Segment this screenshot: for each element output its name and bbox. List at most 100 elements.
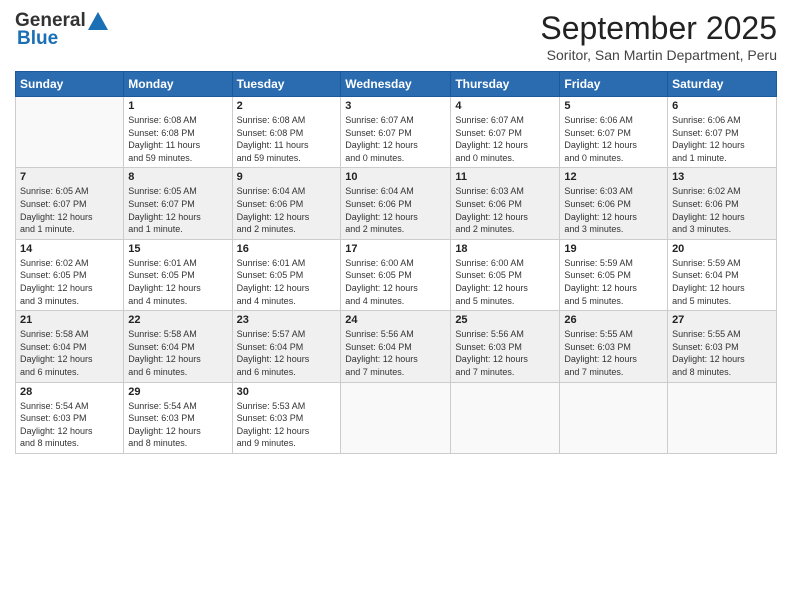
day-number: 16: [237, 243, 337, 255]
day-number: 18: [455, 243, 555, 255]
weekday-header: Saturday: [668, 72, 777, 97]
weekday-header: Tuesday: [232, 72, 341, 97]
day-number: 24: [345, 314, 446, 326]
day-number: 12: [564, 171, 663, 183]
header: General Blue September 2025 Soritor, San…: [15, 10, 777, 63]
calendar-day-cell: 12 Sunrise: 6:03 AM Sunset: 6:06 PM Dayli…: [560, 168, 668, 239]
day-info: Sunrise: 5:59 AM Sunset: 6:04 PM Dayligh…: [672, 257, 772, 307]
calendar-day-cell: 24 Sunrise: 5:56 AM Sunset: 6:04 PM Dayli…: [341, 311, 451, 382]
calendar-day-cell: 20 Sunrise: 5:59 AM Sunset: 6:04 PM Dayli…: [668, 239, 777, 310]
day-info: Sunrise: 6:05 AM Sunset: 6:07 PM Dayligh…: [20, 185, 119, 235]
day-number: 17: [345, 243, 446, 255]
calendar: SundayMondayTuesdayWednesdayThursdayFrid…: [15, 71, 777, 454]
calendar-day-cell: [341, 382, 451, 453]
calendar-day-cell: 26 Sunrise: 5:55 AM Sunset: 6:03 PM Dayli…: [560, 311, 668, 382]
calendar-day-cell: 10 Sunrise: 6:04 AM Sunset: 6:06 PM Dayli…: [341, 168, 451, 239]
day-number: 2: [237, 100, 337, 112]
day-info: Sunrise: 5:56 AM Sunset: 6:03 PM Dayligh…: [455, 328, 555, 378]
day-info: Sunrise: 6:03 AM Sunset: 6:06 PM Dayligh…: [455, 185, 555, 235]
day-number: 3: [345, 100, 446, 112]
day-info: Sunrise: 6:03 AM Sunset: 6:06 PM Dayligh…: [564, 185, 663, 235]
day-info: Sunrise: 6:01 AM Sunset: 6:05 PM Dayligh…: [128, 257, 227, 307]
calendar-day-cell: [16, 97, 124, 168]
calendar-day-cell: 2 Sunrise: 6:08 AM Sunset: 6:08 PM Daylig…: [232, 97, 341, 168]
day-info: Sunrise: 6:04 AM Sunset: 6:06 PM Dayligh…: [345, 185, 446, 235]
day-info: Sunrise: 5:54 AM Sunset: 6:03 PM Dayligh…: [20, 400, 119, 450]
day-number: 4: [455, 100, 555, 112]
day-info: Sunrise: 5:55 AM Sunset: 6:03 PM Dayligh…: [672, 328, 772, 378]
calendar-day-cell: 30 Sunrise: 5:53 AM Sunset: 6:03 PM Dayli…: [232, 382, 341, 453]
calendar-day-cell: [560, 382, 668, 453]
calendar-day-cell: 6 Sunrise: 6:06 AM Sunset: 6:07 PM Daylig…: [668, 97, 777, 168]
day-number: 9: [237, 171, 337, 183]
day-info: Sunrise: 5:56 AM Sunset: 6:04 PM Dayligh…: [345, 328, 446, 378]
calendar-day-cell: 25Sunrise: 5:56 AM Sunset: 6:03 PM Dayli…: [451, 311, 560, 382]
weekday-header: Thursday: [451, 72, 560, 97]
day-info: Sunrise: 5:54 AM Sunset: 6:03 PM Dayligh…: [128, 400, 227, 450]
calendar-day-cell: 8 Sunrise: 6:05 AM Sunset: 6:07 PM Daylig…: [124, 168, 232, 239]
day-number: 1: [128, 100, 227, 112]
calendar-header-row: SundayMondayTuesdayWednesdayThursdayFrid…: [16, 72, 777, 97]
weekday-header: Friday: [560, 72, 668, 97]
calendar-day-cell: 21 Sunrise: 5:58 AM Sunset: 6:04 PM Dayli…: [16, 311, 124, 382]
month-title: September 2025: [540, 10, 777, 47]
weekday-header: Wednesday: [341, 72, 451, 97]
day-info: Sunrise: 5:59 AM Sunset: 6:05 PM Dayligh…: [564, 257, 663, 307]
day-info: Sunrise: 6:08 AM Sunset: 6:08 PM Dayligh…: [128, 114, 227, 164]
location: Soritor, San Martin Department, Peru: [540, 47, 777, 63]
logo-icon: [88, 12, 108, 30]
day-number: 13: [672, 171, 772, 183]
calendar-day-cell: 11 Sunrise: 6:03 AM Sunset: 6:06 PM Dayli…: [451, 168, 560, 239]
day-info: Sunrise: 6:02 AM Sunset: 6:06 PM Dayligh…: [672, 185, 772, 235]
calendar-day-cell: 1 Sunrise: 6:08 AM Sunset: 6:08 PM Daylig…: [124, 97, 232, 168]
day-number: 14: [20, 243, 119, 255]
day-number: 22: [128, 314, 227, 326]
day-info: Sunrise: 5:57 AM Sunset: 6:04 PM Dayligh…: [237, 328, 337, 378]
day-info: Sunrise: 5:55 AM Sunset: 6:03 PM Dayligh…: [564, 328, 663, 378]
day-info: Sunrise: 6:05 AM Sunset: 6:07 PM Dayligh…: [128, 185, 227, 235]
calendar-day-cell: 18Sunrise: 6:00 AM Sunset: 6:05 PM Dayli…: [451, 239, 560, 310]
day-number: 6: [672, 100, 772, 112]
day-number: 21: [20, 314, 119, 326]
day-number: 10: [345, 171, 446, 183]
day-info: Sunrise: 6:01 AM Sunset: 6:05 PM Dayligh…: [237, 257, 337, 307]
calendar-day-cell: 7Sunrise: 6:05 AM Sunset: 6:07 PM Daylig…: [16, 168, 124, 239]
day-info: Sunrise: 5:53 AM Sunset: 6:03 PM Dayligh…: [237, 400, 337, 450]
day-info: Sunrise: 5:58 AM Sunset: 6:04 PM Dayligh…: [20, 328, 119, 378]
day-number: 26: [564, 314, 663, 326]
calendar-day-cell: 17Sunrise: 6:00 AM Sunset: 6:05 PM Dayli…: [341, 239, 451, 310]
calendar-day-cell: 5Sunrise: 6:06 AM Sunset: 6:07 PM Daylig…: [560, 97, 668, 168]
calendar-day-cell: [668, 382, 777, 453]
calendar-day-cell: 4 Sunrise: 6:07 AM Sunset: 6:07 PM Daylig…: [451, 97, 560, 168]
calendar-day-cell: [451, 382, 560, 453]
day-info: Sunrise: 5:58 AM Sunset: 6:04 PM Dayligh…: [128, 328, 227, 378]
day-number: 20: [672, 243, 772, 255]
calendar-day-cell: 9Sunrise: 6:04 AM Sunset: 6:06 PM Daylig…: [232, 168, 341, 239]
day-info: Sunrise: 6:02 AM Sunset: 6:05 PM Dayligh…: [20, 257, 119, 307]
calendar-day-cell: 22 Sunrise: 5:58 AM Sunset: 6:04 PM Dayli…: [124, 311, 232, 382]
title-block: September 2025 Soritor, San Martin Depar…: [540, 10, 777, 63]
calendar-day-cell: 19Sunrise: 5:59 AM Sunset: 6:05 PM Dayli…: [560, 239, 668, 310]
calendar-day-cell: 15 Sunrise: 6:01 AM Sunset: 6:05 PM Dayli…: [124, 239, 232, 310]
calendar-day-cell: 29 Sunrise: 5:54 AM Sunset: 6:03 PM Dayli…: [124, 382, 232, 453]
day-number: 11: [455, 171, 555, 183]
calendar-week-row: 14 Sunrise: 6:02 AM Sunset: 6:05 PM Dayli…: [16, 239, 777, 310]
calendar-day-cell: 13 Sunrise: 6:02 AM Sunset: 6:06 PM Dayli…: [668, 168, 777, 239]
calendar-week-row: 21 Sunrise: 5:58 AM Sunset: 6:04 PM Dayli…: [16, 311, 777, 382]
day-info: Sunrise: 6:08 AM Sunset: 6:08 PM Dayligh…: [237, 114, 337, 164]
logo: General Blue: [15, 10, 108, 50]
day-number: 8: [128, 171, 227, 183]
day-number: 15: [128, 243, 227, 255]
day-info: Sunrise: 6:06 AM Sunset: 6:07 PM Dayligh…: [672, 114, 772, 164]
weekday-header: Monday: [124, 72, 232, 97]
day-number: 29: [128, 386, 227, 398]
day-number: 30: [237, 386, 337, 398]
calendar-day-cell: 16 Sunrise: 6:01 AM Sunset: 6:05 PM Dayli…: [232, 239, 341, 310]
day-info: Sunrise: 6:07 AM Sunset: 6:07 PM Dayligh…: [345, 114, 446, 164]
day-info: Sunrise: 6:07 AM Sunset: 6:07 PM Dayligh…: [455, 114, 555, 164]
page: General Blue September 2025 Soritor, San…: [0, 0, 792, 612]
calendar-day-cell: 3 Sunrise: 6:07 AM Sunset: 6:07 PM Daylig…: [341, 97, 451, 168]
day-info: Sunrise: 6:06 AM Sunset: 6:07 PM Dayligh…: [564, 114, 663, 164]
calendar-day-cell: 14 Sunrise: 6:02 AM Sunset: 6:05 PM Dayli…: [16, 239, 124, 310]
calendar-day-cell: 27Sunrise: 5:55 AM Sunset: 6:03 PM Dayli…: [668, 311, 777, 382]
